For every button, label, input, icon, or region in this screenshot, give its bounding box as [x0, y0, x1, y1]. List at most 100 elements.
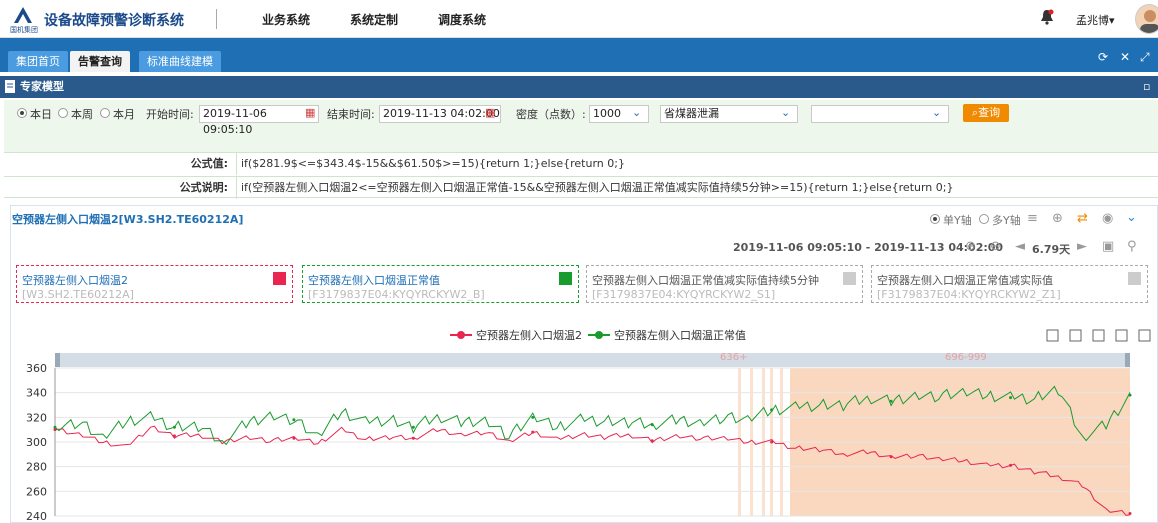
- line-chart: 636+ 696-999 240 260 280 300 320 340 360 空预器左侧入口烟…: [26, 328, 1151, 523]
- legend-name: 空预器左侧入口烟温正常值: [308, 274, 440, 287]
- legend-code: [F3179837E04:KYQYRCKYW2_B]: [308, 288, 485, 301]
- download-icon[interactable]: [1138, 329, 1151, 342]
- tab-standard-curve-modeling[interactable]: 标准曲线建模: [139, 51, 221, 72]
- panel-title: 专家模型: [20, 80, 64, 93]
- radio-single-y[interactable]: [930, 214, 940, 224]
- legend-name: 空预器左侧入口烟温正常值减实际值: [877, 274, 1053, 287]
- radio-week-label: 本周: [71, 108, 93, 121]
- chevron-down-icon[interactable]: ⌄: [632, 106, 641, 119]
- data-point: [411, 436, 415, 440]
- legend-box-1[interactable]: 空预器左侧入口烟温2 [W3.SH2.TE60212A]: [16, 265, 293, 303]
- chart-title: 空预器左侧入口烟温2[W3.SH2.TE60212A]: [12, 213, 244, 226]
- document-icon: [5, 80, 15, 93]
- nav-business-system[interactable]: 业务系统: [262, 11, 310, 28]
- zoom-in-icon[interactable]: ⊕: [965, 239, 976, 254]
- box-zoom-icon[interactable]: [1046, 329, 1059, 342]
- legend-color: [559, 272, 572, 285]
- filter-icon[interactable]: ⚲: [1127, 239, 1137, 254]
- legend-code: [W3.SH2.TE60212A]: [22, 288, 134, 301]
- y-tick-label: 260: [26, 485, 47, 498]
- calendar-icon[interactable]: ▦: [485, 106, 495, 119]
- time-span: 6.79天: [1032, 243, 1071, 256]
- start-time-input[interactable]: 2019-11-06 09:05:10: [199, 105, 319, 136]
- extra-select[interactable]: [811, 105, 949, 123]
- start-time-label: 开始时间:: [146, 108, 194, 121]
- chart-marker: 696-999: [945, 352, 987, 363]
- fullscreen-icon[interactable]: ⤢: [1140, 50, 1150, 65]
- data-point: [1009, 396, 1013, 400]
- legend-box-4[interactable]: 空预器左侧入口烟温正常值减实际值 [F3179837E04:KYQYRCKYW2…: [871, 265, 1148, 303]
- panel-header: 专家模型: [0, 76, 1158, 98]
- data-point: [650, 439, 654, 443]
- formula-desc-label: 公式说明:: [179, 181, 228, 194]
- legend-label: 空预器左侧入口烟温2: [476, 328, 582, 342]
- model-select[interactable]: 省煤器泄漏: [660, 105, 798, 123]
- radio-today[interactable]: [17, 108, 27, 118]
- data-point: [292, 418, 296, 422]
- title-separator: [216, 9, 217, 29]
- y-tick-label: 300: [26, 436, 47, 449]
- restore-icon[interactable]: ▫: [1143, 80, 1150, 93]
- data-point: [889, 455, 893, 459]
- legend-name: 空预器左侧入口烟温正常值减实际值持续5分钟: [592, 274, 819, 287]
- zoom-out-icon[interactable]: ⊖: [990, 239, 1001, 254]
- legend-box-3[interactable]: 空预器左侧入口烟温正常值减实际值持续5分钟 [F3179837E04:KYQYR…: [586, 265, 863, 303]
- tab-alarm-query[interactable]: 告警查询: [70, 51, 130, 72]
- bell-icon[interactable]: [1040, 9, 1054, 25]
- y-tick-label: 240: [26, 510, 47, 523]
- time-range: 2019-11-06 09:05:10 - 2019-11-13 04:02:0…: [733, 241, 1004, 254]
- radio-month[interactable]: [100, 108, 110, 118]
- list-add-icon[interactable]: ≡: [1027, 211, 1038, 226]
- formula-value-label: 公式值:: [190, 157, 228, 170]
- data-view-icon[interactable]: [1092, 329, 1105, 342]
- swap-icon[interactable]: ⇄: [1077, 211, 1088, 226]
- multi-y-label: 多Y轴: [992, 214, 1021, 227]
- data-point: [411, 425, 415, 429]
- query-label: 查询: [978, 106, 1001, 119]
- view-icon[interactable]: ◉: [1102, 211, 1113, 226]
- radio-multi-y[interactable]: [979, 214, 989, 224]
- radio-month-label: 本月: [113, 108, 135, 121]
- tab-bar: 集团首页 告警查询 标准曲线建模 ⟳ ✕ ⤢: [0, 38, 1158, 72]
- end-time-input[interactable]: 2019-11-13 04:02:00: [379, 105, 501, 123]
- back-icon[interactable]: ◄: [1015, 239, 1025, 254]
- tab-group-home[interactable]: 集团首页: [8, 51, 68, 72]
- data-point: [172, 425, 176, 429]
- app-title: 设备故障预警诊断系统: [44, 13, 184, 29]
- close-icon[interactable]: ✕: [1120, 50, 1130, 64]
- legend-code: [F3179837E04:KYQYRCKYW2_S1]: [592, 288, 776, 301]
- nav-system-custom[interactable]: 系统定制: [350, 11, 398, 28]
- avatar[interactable]: [1135, 4, 1158, 34]
- y-tick-label: 320: [26, 411, 47, 424]
- data-point: [650, 423, 654, 427]
- user-menu[interactable]: 孟兆博▾: [1076, 12, 1115, 28]
- undo-zoom-icon[interactable]: [1069, 329, 1082, 342]
- data-point: [770, 440, 774, 444]
- forward-icon[interactable]: ►: [1077, 239, 1087, 254]
- legend-color: [273, 272, 286, 285]
- navigator-handle-right: [1125, 353, 1130, 367]
- restore-icon[interactable]: [1115, 329, 1128, 342]
- legend-box-2[interactable]: 空预器左侧入口烟温正常值 [F3179837E04:KYQYRCKYW2_B]: [302, 265, 579, 303]
- refresh-icon[interactable]: ⟳: [1098, 50, 1108, 64]
- data-point: [1128, 512, 1132, 516]
- chart-marker: 636+: [720, 352, 747, 363]
- data-point: [1128, 393, 1132, 397]
- chevron-down-icon[interactable]: ⌄: [932, 106, 941, 119]
- legend-label: 空预器左侧入口烟温正常值: [614, 328, 746, 342]
- density-label: 密度（点数）:: [516, 108, 586, 121]
- export-icon[interactable]: ▣: [1102, 239, 1114, 254]
- chevron-down-icon[interactable]: ⌄: [781, 106, 790, 119]
- y-tick-label: 280: [26, 461, 47, 474]
- chevron-down-circle-icon[interactable]: ⌄: [1126, 210, 1137, 225]
- logo-text: 国机集团: [10, 26, 38, 34]
- data-point: [531, 415, 535, 419]
- calendar-icon[interactable]: ▦: [305, 106, 315, 119]
- data-point: [889, 399, 893, 403]
- plus-circle-icon[interactable]: ⊕: [1052, 211, 1063, 226]
- nav-dispatch-system[interactable]: 调度系统: [438, 11, 486, 28]
- query-button[interactable]: ⌕查询: [963, 104, 1009, 122]
- radio-week[interactable]: [58, 108, 68, 118]
- data-point: [770, 408, 774, 412]
- single-y-label: 单Y轴: [943, 214, 972, 227]
